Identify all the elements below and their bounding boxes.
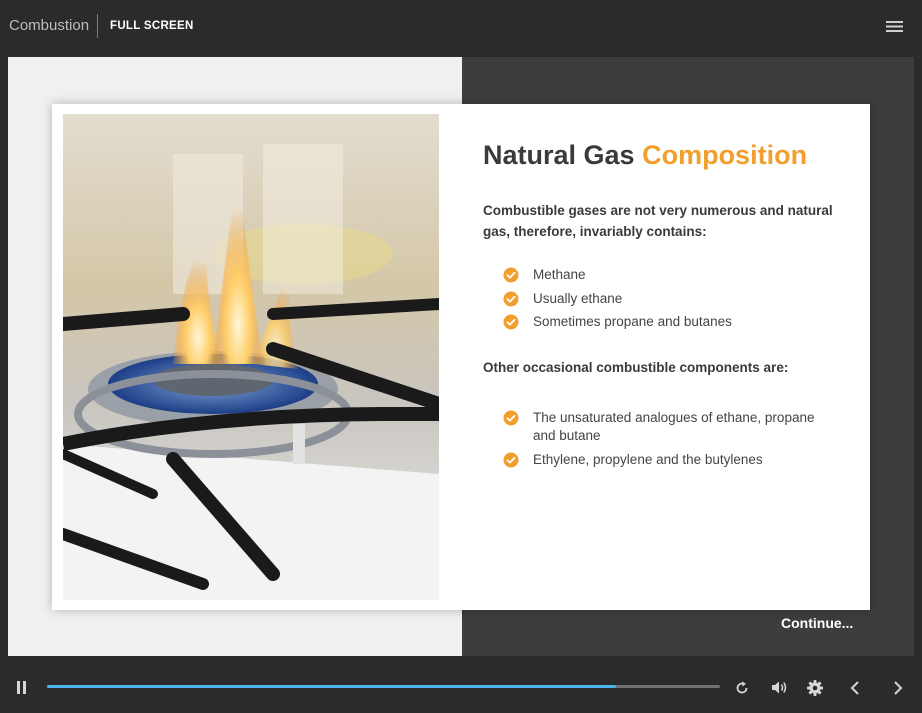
gas-components-list: Methane Usually ethane Sometimes propane…	[503, 266, 833, 337]
check-circle-icon	[503, 291, 519, 306]
list-item: Methane	[503, 266, 833, 284]
check-circle-icon	[503, 452, 519, 467]
list-item-label: Ethylene, propylene and the butylenes	[533, 451, 763, 467]
continue-button[interactable]: Continue...	[781, 615, 853, 631]
hamburger-menu-icon[interactable]	[886, 20, 903, 33]
check-circle-icon	[503, 314, 519, 330]
list-item-label: The unsaturated analogues of ethane, pro…	[533, 410, 815, 443]
title-divider	[97, 14, 98, 38]
next-arrow-icon[interactable]	[893, 681, 903, 695]
previous-arrow-icon[interactable]	[850, 681, 860, 695]
progress-bar[interactable]	[47, 685, 720, 688]
slide-title-accent: Composition	[642, 140, 808, 170]
list-item: Ethylene, propylene and the butylenes	[503, 451, 833, 469]
occasional-components-list: The unsaturated analogues of ethane, pro…	[503, 409, 833, 474]
list-item-label: Methane	[533, 267, 586, 282]
pause-icon[interactable]	[17, 681, 27, 694]
slide-card: Natural Gas Composition Combustible gase…	[52, 104, 870, 610]
list-item: Sometimes propane and butanes	[503, 313, 833, 331]
other-components-heading: Other occasional combustible components …	[483, 360, 789, 375]
settings-gear-icon[interactable]	[807, 680, 823, 696]
top-bar: Combustion FULL SCREEN	[0, 0, 922, 56]
check-circle-icon	[503, 410, 519, 426]
full-screen-button[interactable]: FULL SCREEN	[110, 20, 194, 32]
playback-controls	[0, 657, 922, 713]
list-item-label: Usually ethane	[533, 290, 623, 306]
slide-stage: Natural Gas Composition Combustible gase…	[8, 57, 914, 656]
progress-bar-fill	[47, 685, 616, 688]
slide-title: Natural Gas Composition	[483, 140, 843, 171]
intro-text: Combustible gases are not very numerous …	[483, 203, 833, 239]
volume-icon[interactable]	[771, 680, 789, 695]
replay-icon[interactable]	[735, 681, 749, 695]
list-item: Usually ethane	[503, 290, 833, 308]
list-item: The unsaturated analogues of ethane, pro…	[503, 409, 833, 445]
list-item-label: Sometimes propane and butanes	[533, 314, 732, 329]
course-title: Combustion	[9, 17, 90, 34]
check-circle-icon	[503, 267, 519, 283]
gas-stove-burner-flame-photo	[63, 114, 439, 600]
slide-title-main: Natural Gas	[483, 140, 635, 170]
